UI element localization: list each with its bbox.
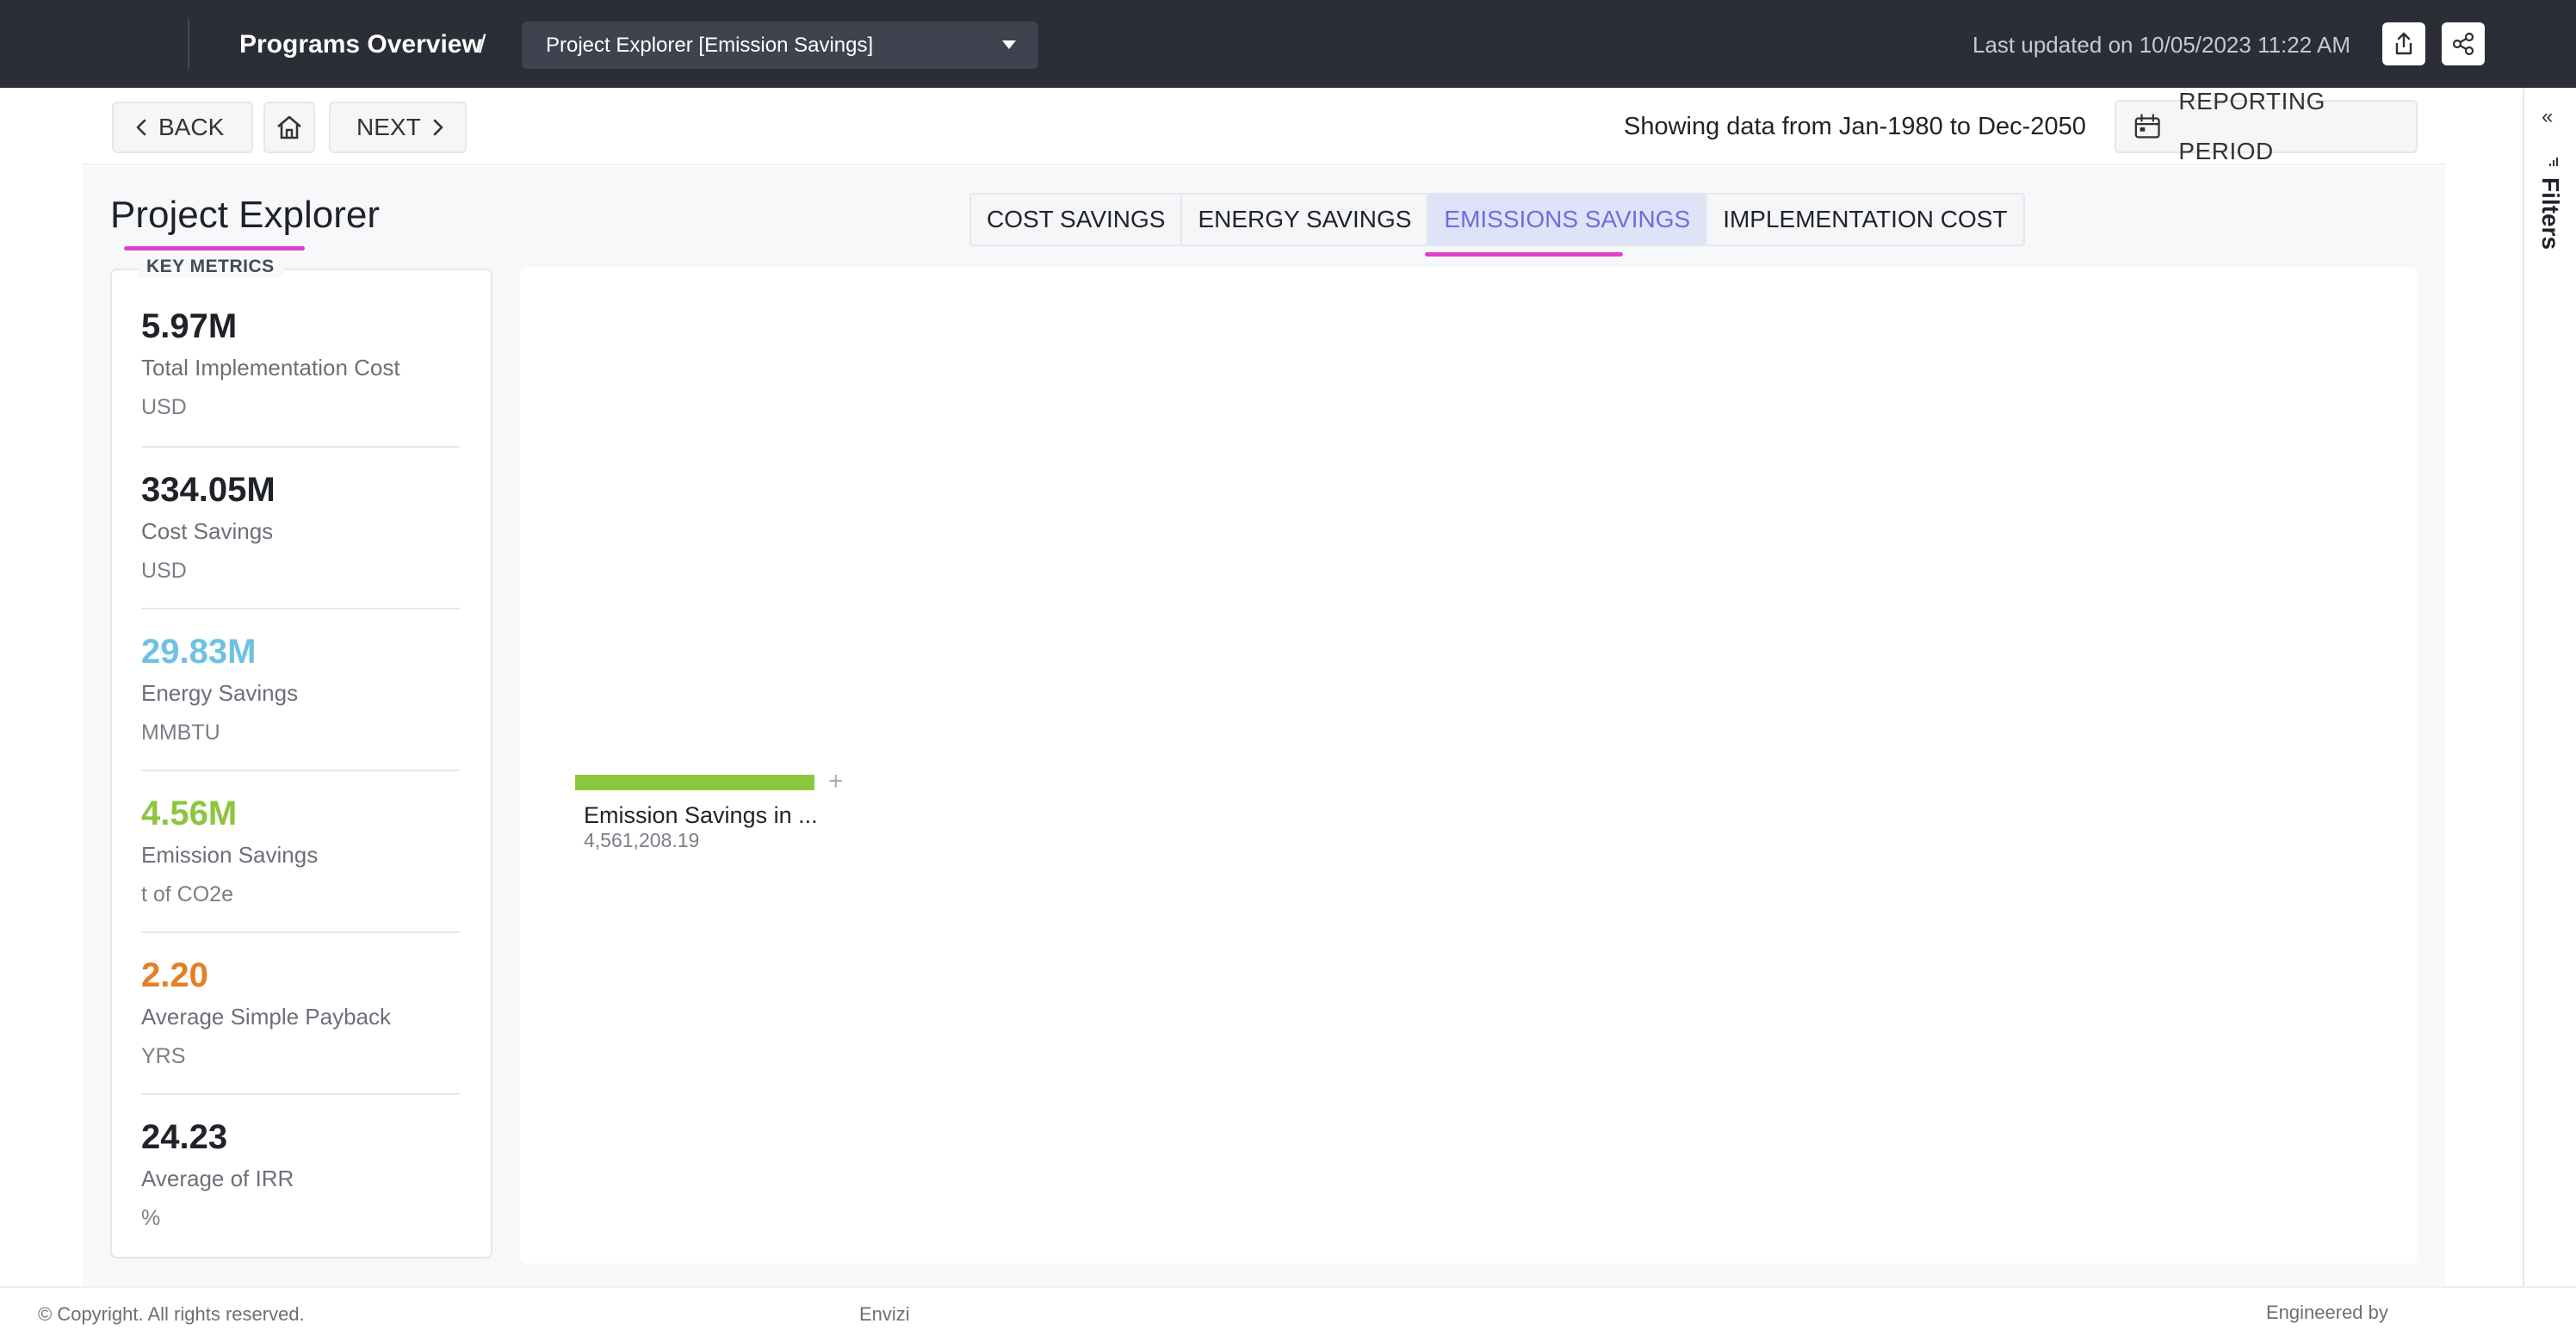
- dashboard-selector-value: Project Explorer [Emission Savings]: [546, 34, 874, 57]
- metric-label: Average Simple Payback: [141, 1004, 392, 1030]
- top-header: Programs Overview / Project Explorer [Em…: [0, 0, 2576, 88]
- metric-unit: USD: [141, 559, 187, 583]
- breadcrumb-separator: /: [479, 30, 486, 59]
- metric-value: 5.97M: [141, 307, 238, 345]
- reporting-period-label: REPORTING PERIOD: [2178, 88, 2325, 164]
- metric-label: Emission Savings: [141, 842, 319, 868]
- copyright-text: © Copyright. All rights reserved.: [38, 1303, 305, 1325]
- navigation-toolbar: BACK NEXT Showing data from Jan-1980 to …: [83, 88, 2445, 165]
- collapse-icon[interactable]: «: [2542, 105, 2553, 129]
- tab-cost-savings[interactable]: COST SAVINGS: [971, 195, 1183, 244]
- metric-value: 4.56M: [141, 795, 238, 832]
- next-label: NEXT: [356, 114, 421, 140]
- brand-text: Envizi: [859, 1303, 910, 1325]
- metric-unit: %: [141, 1206, 161, 1230]
- metric-unit: USD: [141, 395, 187, 419]
- export-icon: [2395, 32, 2412, 55]
- caret-down-icon: [1002, 40, 1016, 49]
- metric-divider: [141, 608, 460, 609]
- tab-implementation-cost[interactable]: IMPLEMENTATION COST: [1707, 195, 2022, 244]
- calendar-icon: [2134, 114, 2160, 139]
- back-label: BACK: [158, 114, 225, 140]
- chart-value-label: 4,561,208.19: [584, 829, 699, 851]
- next-button[interactable]: NEXT: [329, 102, 467, 153]
- chart-svg: + Emission Savings in ...4,561,208.19: [575, 767, 844, 851]
- last-updated-text: Last updated on 10/05/2023 11:22 AM: [1972, 32, 2350, 58]
- metric-label: Energy Savings: [141, 680, 299, 706]
- reporting-period-button[interactable]: REPORTING PERIOD: [2115, 88, 2418, 164]
- tab-emissions-savings[interactable]: EMISSIONS SAVINGS: [1425, 195, 1708, 257]
- emission-savings-chart: + Emission Savings in ... 4,561,208.19: [520, 267, 2418, 1264]
- metric-divider: [141, 1093, 460, 1095]
- back-button[interactable]: BACK: [112, 102, 253, 153]
- footer: © Copyright. All rights reserved. Envizi…: [0, 1286, 2576, 1336]
- key-metrics-panel: KEY METRICS 5.97M Total Implementation C…: [110, 257, 492, 1259]
- chevron-right-icon: [433, 119, 443, 136]
- date-range-text: Showing data from Jan-1980 to Dec-2050: [1624, 113, 2086, 140]
- metric-unit: t of CO2e: [141, 882, 233, 906]
- metric-label: Cost Savings: [141, 518, 274, 544]
- filters-panel-toggle[interactable]: « Filters: [2523, 88, 2576, 1286]
- main-content: Project Explorer COST SAVINGS ENERGY SAV…: [83, 167, 2445, 1286]
- export-button[interactable]: [2382, 22, 2425, 65]
- metric-unit: MMBTU: [141, 721, 220, 745]
- metric-label: Total Implementation Cost: [141, 355, 400, 380]
- home-icon: [277, 115, 301, 139]
- metric-divider: [141, 770, 460, 771]
- metric-unit: YRS: [141, 1044, 186, 1068]
- home-button[interactable]: [263, 102, 315, 153]
- header-divider: [188, 19, 189, 69]
- metric-label: Average of IRR: [141, 1166, 294, 1191]
- share-button[interactable]: [2442, 22, 2485, 65]
- title-underline: [124, 246, 305, 251]
- share-icon: [2452, 32, 2474, 56]
- metric-value: 334.05M: [141, 471, 276, 509]
- metric-cost-savings: 334.05M Cost Savings USD: [141, 468, 458, 591]
- metric-divider: [141, 446, 460, 448]
- page-title: Project Explorer: [110, 194, 381, 236]
- chart-category-label: Emission Savings in ...: [584, 802, 818, 828]
- metric-average-simple-payback: 2.20 Average Simple Payback YRS: [141, 954, 458, 1076]
- metric-emission-savings: 4.56M Emission Savings t of CO2e: [141, 792, 458, 914]
- metric-divider: [141, 931, 460, 933]
- expand-icon[interactable]: +: [828, 767, 844, 795]
- metric-value: 24.23: [141, 1118, 228, 1156]
- chevron-left-icon: [136, 119, 146, 136]
- metric-value: 29.83M: [141, 633, 257, 671]
- breadcrumb-programs-overview[interactable]: Programs Overview: [239, 26, 482, 64]
- tab-energy-savings[interactable]: ENERGY SAVINGS: [1182, 195, 1429, 244]
- metric-average-irr: 24.23 Average of IRR %: [141, 1116, 458, 1238]
- key-metrics-heading: KEY METRICS: [138, 257, 283, 277]
- metric-energy-savings: 29.83M Energy Savings MMBTU: [141, 630, 458, 752]
- chart-bar[interactable]: [575, 775, 814, 790]
- dashboard-selector[interactable]: Project Explorer [Emission Savings]: [522, 22, 1038, 69]
- tab-bar: COST SAVINGS ENERGY SAVINGS EMISSIONS SA…: [969, 193, 2025, 257]
- filters-label: Filters: [2537, 177, 2564, 251]
- filter-icon: [2549, 158, 2558, 166]
- metric-total-implementation-cost: 5.97M Total Implementation Cost USD: [141, 305, 458, 427]
- engineered-by-text: Engineered by: [2266, 1302, 2388, 1323]
- metric-value: 2.20: [141, 956, 208, 994]
